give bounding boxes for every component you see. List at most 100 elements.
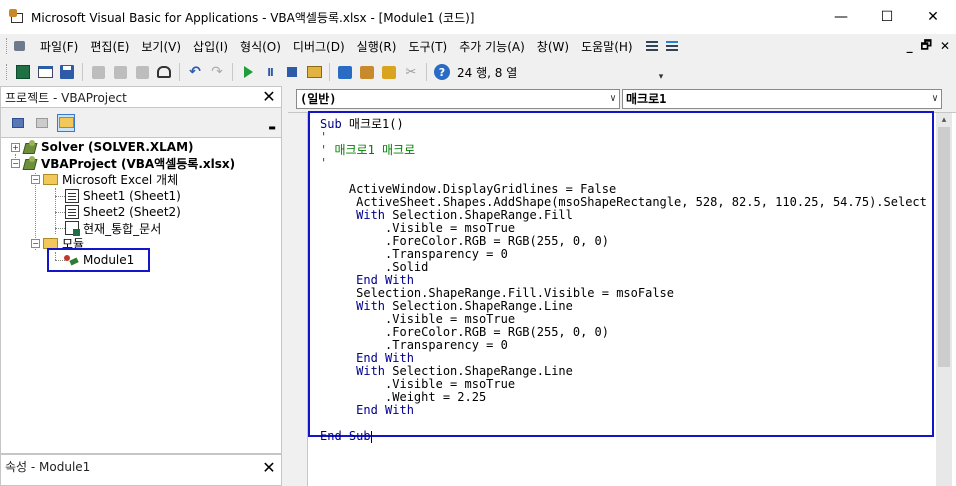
run-button[interactable] — [238, 62, 258, 82]
menu-run[interactable]: 실행(R) — [351, 38, 403, 55]
tree-node-label: Solver (SOLVER.XLAM) — [41, 140, 194, 154]
run-icon — [243, 66, 253, 78]
properties-pane-close-button[interactable]: ✕ — [260, 459, 278, 477]
save-icon — [60, 65, 74, 79]
view-object-button[interactable] — [33, 114, 51, 132]
project-pane-close-button[interactable]: ✕ — [260, 88, 278, 106]
vba-app-icon — [9, 9, 25, 25]
object-dropdown-value: (일반) — [300, 92, 337, 106]
menu-view[interactable]: 보기(V) — [135, 38, 187, 55]
design-mode-icon — [306, 66, 322, 78]
menu-tools[interactable]: 도구(T) — [402, 38, 453, 55]
mdi-minimize-button[interactable]: _ — [907, 39, 913, 53]
view-code-icon — [12, 117, 24, 128]
code-text[interactable]: Sub 매크로1() ' ' 매크로1 매크로 ' ActiveWindow.Disp… — [320, 118, 927, 443]
save-button[interactable] — [57, 62, 77, 82]
properties-window-button[interactable] — [357, 62, 377, 82]
scroll-thumb[interactable] — [938, 127, 950, 367]
tree-node-sheet2[interactable]: Sheet2 (Sheet2) — [65, 204, 181, 220]
paste-button[interactable] — [132, 62, 152, 82]
redo-button[interactable]: ↷ — [207, 62, 227, 82]
code-highlight-box: Sub 매크로1() ' ' 매크로1 매크로 ' ActiveWindow.Disp… — [308, 111, 934, 443]
menu-file[interactable]: 파일(F) — [34, 38, 84, 55]
tree-node-label: VBAProject (VBA액셀등록.xlsx) — [41, 156, 236, 171]
object-browser-button[interactable] — [379, 62, 399, 82]
scroll-up-icon[interactable]: ▴ — [936, 113, 952, 127]
tree-connector — [55, 196, 65, 197]
collapse-icon[interactable]: − — [31, 174, 40, 184]
menu-window[interactable]: 창(W) — [531, 38, 575, 55]
module-system-icon[interactable] — [12, 38, 28, 54]
find-button[interactable] — [154, 62, 174, 82]
cut-button[interactable] — [88, 62, 108, 82]
toolbox-icon: ✂ — [405, 64, 417, 80]
tree-node-solver[interactable]: + Solver (SOLVER.XLAM) — [11, 139, 194, 155]
code-vertical-scrollbar[interactable]: ▴ — [936, 113, 952, 486]
expand-icon[interactable]: + — [11, 142, 20, 152]
toggle-folders-button[interactable] — [57, 113, 75, 132]
outdent-icon[interactable] — [665, 39, 679, 53]
paste-icon — [135, 65, 149, 79]
insert-userform-button[interactable] — [35, 62, 55, 82]
toolbar-separator — [426, 63, 427, 81]
undo-icon: ↶ — [189, 64, 201, 80]
view-excel-button[interactable] — [13, 62, 33, 82]
code-line[interactable]: ' — [320, 157, 927, 170]
code-margin[interactable] — [288, 113, 308, 486]
code-line[interactable]: Sub 매크로1() — [320, 118, 927, 131]
menu-edit[interactable]: 편집(E) — [84, 38, 135, 55]
menu-format[interactable]: 형식(O) — [234, 38, 287, 55]
collapse-icon[interactable]: − — [31, 238, 40, 248]
properties-pane-title-text: 속성 - Module1 — [5, 460, 91, 474]
menu-addins[interactable]: 추가 기능(A) — [453, 38, 531, 55]
collapse-icon[interactable]: − — [11, 158, 20, 168]
tree-node-sheet1[interactable]: Sheet1 (Sheet1) — [65, 188, 181, 204]
indent-icon[interactable] — [645, 39, 659, 53]
code-window-header: (일반) ∨ 매크로1 ∨ — [288, 86, 956, 112]
menu-insert[interactable]: 삽입(I) — [187, 38, 234, 55]
tree-connector — [55, 212, 65, 213]
object-dropdown[interactable]: (일반) ∨ — [296, 89, 620, 109]
code-line[interactable]: End Sub — [320, 430, 927, 443]
tree-node-label: Microsoft Excel 개체 — [62, 172, 179, 187]
copy-button[interactable] — [110, 62, 130, 82]
code-line[interactable] — [320, 417, 927, 430]
project-pane-toolbar: ▬ — [0, 108, 282, 138]
window-controls: — ☐ ✕ — [818, 0, 956, 34]
object-browser-icon — [382, 65, 396, 79]
redo-icon: ↷ — [211, 64, 223, 80]
close-button[interactable]: ✕ — [910, 0, 956, 34]
tree-node-label: 현재_통합_문서 — [83, 221, 162, 236]
tree-node-excel-objects[interactable]: − Microsoft Excel 개체 — [31, 171, 178, 187]
minimize-button[interactable]: — — [818, 0, 864, 34]
cursor-position: 24 행, 8 열 — [457, 65, 518, 80]
code-line[interactable]: ' 매크로1 매크로 — [320, 144, 927, 157]
menu-help[interactable]: 도움말(H) — [575, 38, 639, 55]
mdi-restore-button[interactable]: 🗗 — [921, 36, 932, 57]
standard-toolbar: ↶ ↷ ll ✂ ? 24 행, 8 열 ▾ — [0, 58, 668, 86]
tree-node-vbaproject[interactable]: − VBAProject (VBA액셀등록.xlsx) — [11, 155, 235, 171]
toolbar-grip[interactable] — [6, 64, 9, 80]
toolbox-button[interactable]: ✂ — [401, 62, 421, 82]
undo-button[interactable]: ↶ — [185, 62, 205, 82]
module1-highlight-box — [47, 248, 150, 272]
toolbar-separator — [232, 63, 233, 81]
project-pane-title: 프로젝트 - VBAProject ✕ — [0, 86, 282, 108]
project-explorer-button[interactable] — [335, 62, 355, 82]
toolbar-options-chevron-icon[interactable]: ▾ — [656, 62, 666, 82]
help-button[interactable]: ? — [432, 62, 452, 82]
menu-grip[interactable] — [6, 38, 9, 54]
project-pane-scroll-icon[interactable]: ▬ — [267, 114, 277, 132]
code-line[interactable]: End With — [320, 404, 927, 417]
tree-connector — [55, 228, 65, 229]
menu-debug[interactable]: 디버그(D) — [287, 38, 351, 55]
design-mode-button[interactable] — [304, 62, 324, 82]
mdi-close-button[interactable]: ✕ — [940, 39, 950, 53]
view-code-button[interactable] — [9, 114, 27, 132]
break-button[interactable]: ll — [260, 62, 280, 82]
procedure-dropdown[interactable]: 매크로1 ∨ — [622, 89, 942, 109]
properties-pane-title: 속성 - Module1 ✕ — [0, 454, 282, 486]
maximize-button[interactable]: ☐ — [864, 0, 910, 34]
toolbar-separator — [82, 63, 83, 81]
reset-button[interactable] — [282, 62, 302, 82]
